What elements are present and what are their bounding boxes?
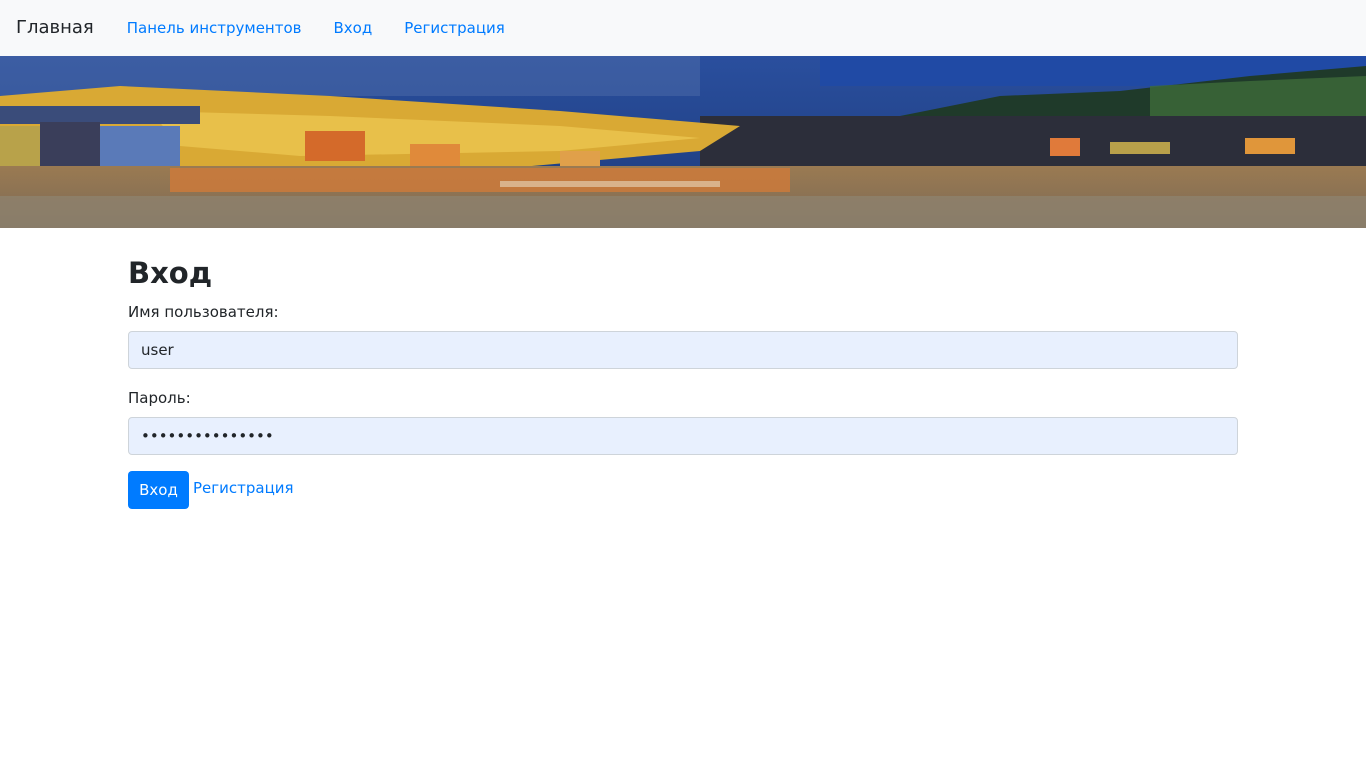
username-input[interactable] <box>128 331 1238 369</box>
page-title: Вход <box>128 256 213 290</box>
nav-link-dashboard[interactable]: Панель инструментов <box>127 0 302 56</box>
register-link[interactable]: Регистрация <box>193 478 294 498</box>
header-banner-image <box>0 56 1366 228</box>
top-navbar: Главная Панель инструментов Вход Регистр… <box>0 0 1366 56</box>
password-label: Пароль: <box>128 389 191 407</box>
password-input[interactable] <box>128 417 1238 455</box>
nav-link-login[interactable]: Вход <box>334 0 373 56</box>
username-label: Имя пользователя: <box>128 303 279 321</box>
nav-link-register[interactable]: Регистрация <box>404 0 505 56</box>
navbar-brand-home[interactable]: Главная <box>16 0 94 56</box>
login-submit-button[interactable]: Вход <box>128 471 189 509</box>
